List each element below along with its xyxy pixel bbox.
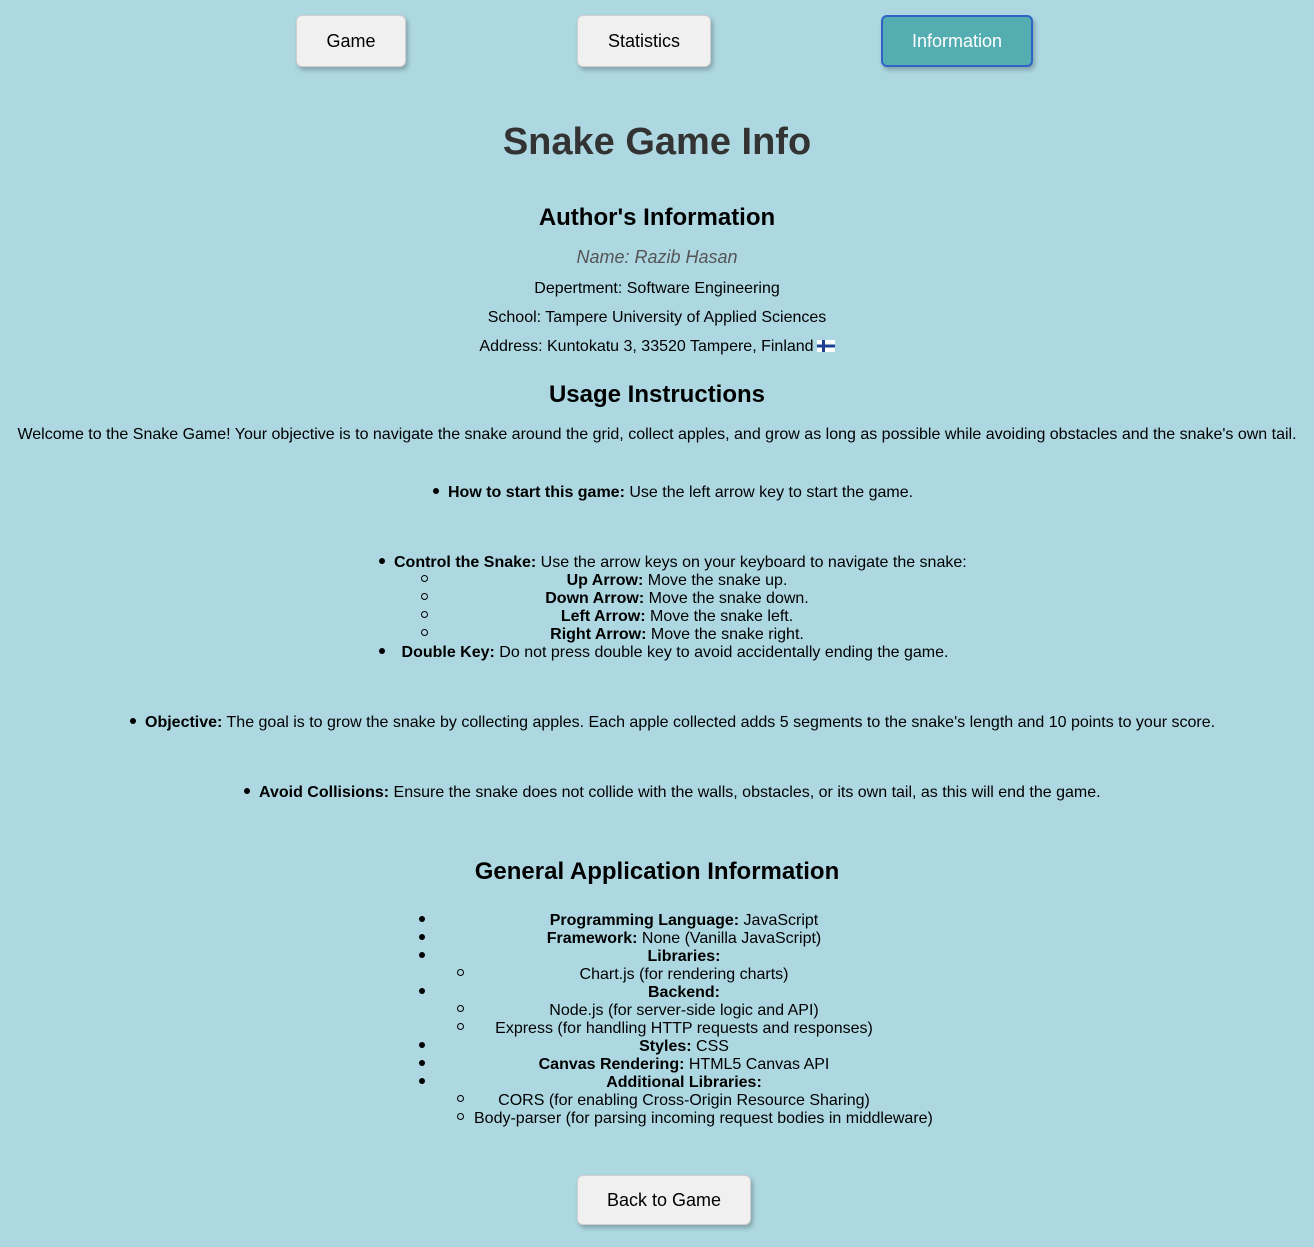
libraries-label: Libraries: — [647, 948, 721, 965]
author-school: School: Tampere University of Applied Sc… — [487, 309, 827, 326]
list-item-nodejs: Node.js (for server-side logic and API) — [457, 1002, 911, 1020]
list-item-start: How to start this game: Use the left arr… — [433, 484, 913, 502]
back-to-game-button[interactable]: Back to Game — [577, 1175, 751, 1225]
canvas-text: HTML5 Canvas API — [684, 1056, 830, 1073]
collisions-label: Avoid Collisions: — [259, 784, 390, 801]
list-item-canvas: Canvas Rendering: HTML5 Canvas API — [419, 1056, 949, 1074]
nav-information-button[interactable]: Information — [881, 15, 1033, 67]
author-address-text: Address: Kuntokatu 3, 33520 Tampere, Fin… — [479, 338, 814, 355]
chartjs-text: Chart.js (for rendering charts) — [579, 966, 789, 983]
list-item-backend: Backend: — [419, 984, 949, 1002]
list-item-styles: Styles: CSS — [419, 1038, 949, 1056]
canvas-label: Canvas Rendering: — [538, 1056, 685, 1073]
list-item-objective: Objective: The goal is to grow the snake… — [130, 714, 1215, 732]
page-title: Snake Game Info — [502, 121, 812, 163]
collisions-text: Ensure the snake does not collide with t… — [389, 784, 1101, 801]
list-item-framework: Framework: None (Vanilla JavaScript) — [419, 930, 949, 948]
start-text: Use the left arrow key to start the game… — [624, 484, 914, 501]
start-label: How to start this game: — [448, 484, 625, 501]
nodejs-text: Node.js (for server-side logic and API) — [549, 1002, 819, 1019]
list-item-right-arrow: Right Arrow: Move the snake right. — [421, 626, 933, 644]
backend-label: Backend: — [647, 984, 721, 1001]
left-arrow-label: Left Arrow: — [560, 608, 646, 625]
double-key-text: Do not press double key to avoid acciden… — [494, 644, 949, 661]
framework-label: Framework: — [546, 930, 638, 947]
nav-statistics-button[interactable]: Statistics — [577, 15, 711, 67]
objective-label: Objective: — [145, 714, 223, 731]
body-parser-text: Body-parser (for parsing incoming reques… — [474, 1110, 933, 1127]
usage-heading: Usage Instructions — [548, 381, 766, 408]
right-arrow-text: Move the snake right. — [646, 626, 804, 643]
up-arrow-text: Move the snake up. — [643, 572, 788, 589]
double-key-label: Double Key: — [401, 644, 495, 661]
list-item-down-arrow: Down Arrow: Move the snake down. — [421, 590, 933, 608]
list-item-left-arrow: Left Arrow: Move the snake left. — [421, 608, 933, 626]
down-arrow-text: Move the snake down. — [644, 590, 809, 607]
cors-text: CORS (for enabling Cross-Origin Resource… — [498, 1092, 870, 1109]
general-heading: General Application Information — [474, 858, 840, 885]
list-item-control: Control the Snake: Use the arrow keys on… — [379, 554, 967, 572]
language-label: Programming Language: — [549, 912, 740, 929]
author-heading: Author's Information — [538, 204, 776, 231]
usage-welcome: Welcome to the Snake Game! Your objectiv… — [17, 426, 1297, 443]
list-item-cors: CORS (for enabling Cross-Origin Resource… — [457, 1092, 911, 1110]
objective-text: The goal is to grow the snake by collect… — [222, 714, 1216, 731]
list-item-up-arrow: Up Arrow: Move the snake up. — [421, 572, 933, 590]
list-item-express: Express (for handling HTTP requests and … — [457, 1020, 911, 1038]
styles-text: CSS — [691, 1038, 729, 1055]
list-item-double-key: Double Key: Do not press double key to a… — [379, 644, 971, 662]
express-text: Express (for handling HTTP requests and … — [495, 1020, 873, 1037]
author-address: Address: Kuntokatu 3, 33520 Tampere, Fin… — [0, 337, 1314, 357]
list-item-body-parser: Body-parser (for parsing incoming reques… — [457, 1110, 947, 1128]
up-arrow-label: Up Arrow: — [566, 572, 644, 589]
styles-label: Styles: — [639, 1038, 692, 1055]
framework-text: None (Vanilla JavaScript) — [637, 930, 822, 947]
additional-label: Additional Libraries: — [606, 1074, 762, 1091]
list-item-language: Programming Language: JavaScript — [419, 912, 949, 930]
language-text: JavaScript — [739, 912, 819, 929]
left-arrow-text: Move the snake left. — [645, 608, 794, 625]
control-label: Control the Snake: — [394, 554, 537, 571]
control-text: Use the arrow keys on your keyboard to n… — [536, 554, 967, 571]
author-department: Depertment: Software Engineering — [534, 280, 780, 297]
down-arrow-label: Down Arrow: — [545, 590, 645, 607]
finland-flag-icon — [816, 340, 835, 352]
list-item-additional: Additional Libraries: — [419, 1074, 949, 1092]
right-arrow-label: Right Arrow: — [550, 626, 647, 643]
list-item-collisions: Avoid Collisions: Ensure the snake does … — [244, 784, 1101, 802]
list-item-chartjs: Chart.js (for rendering charts) — [457, 966, 911, 984]
list-item-libraries: Libraries: — [419, 948, 949, 966]
nav-game-button[interactable]: Game — [296, 15, 406, 67]
author-name: Name: Razib Hasan — [576, 247, 738, 267]
